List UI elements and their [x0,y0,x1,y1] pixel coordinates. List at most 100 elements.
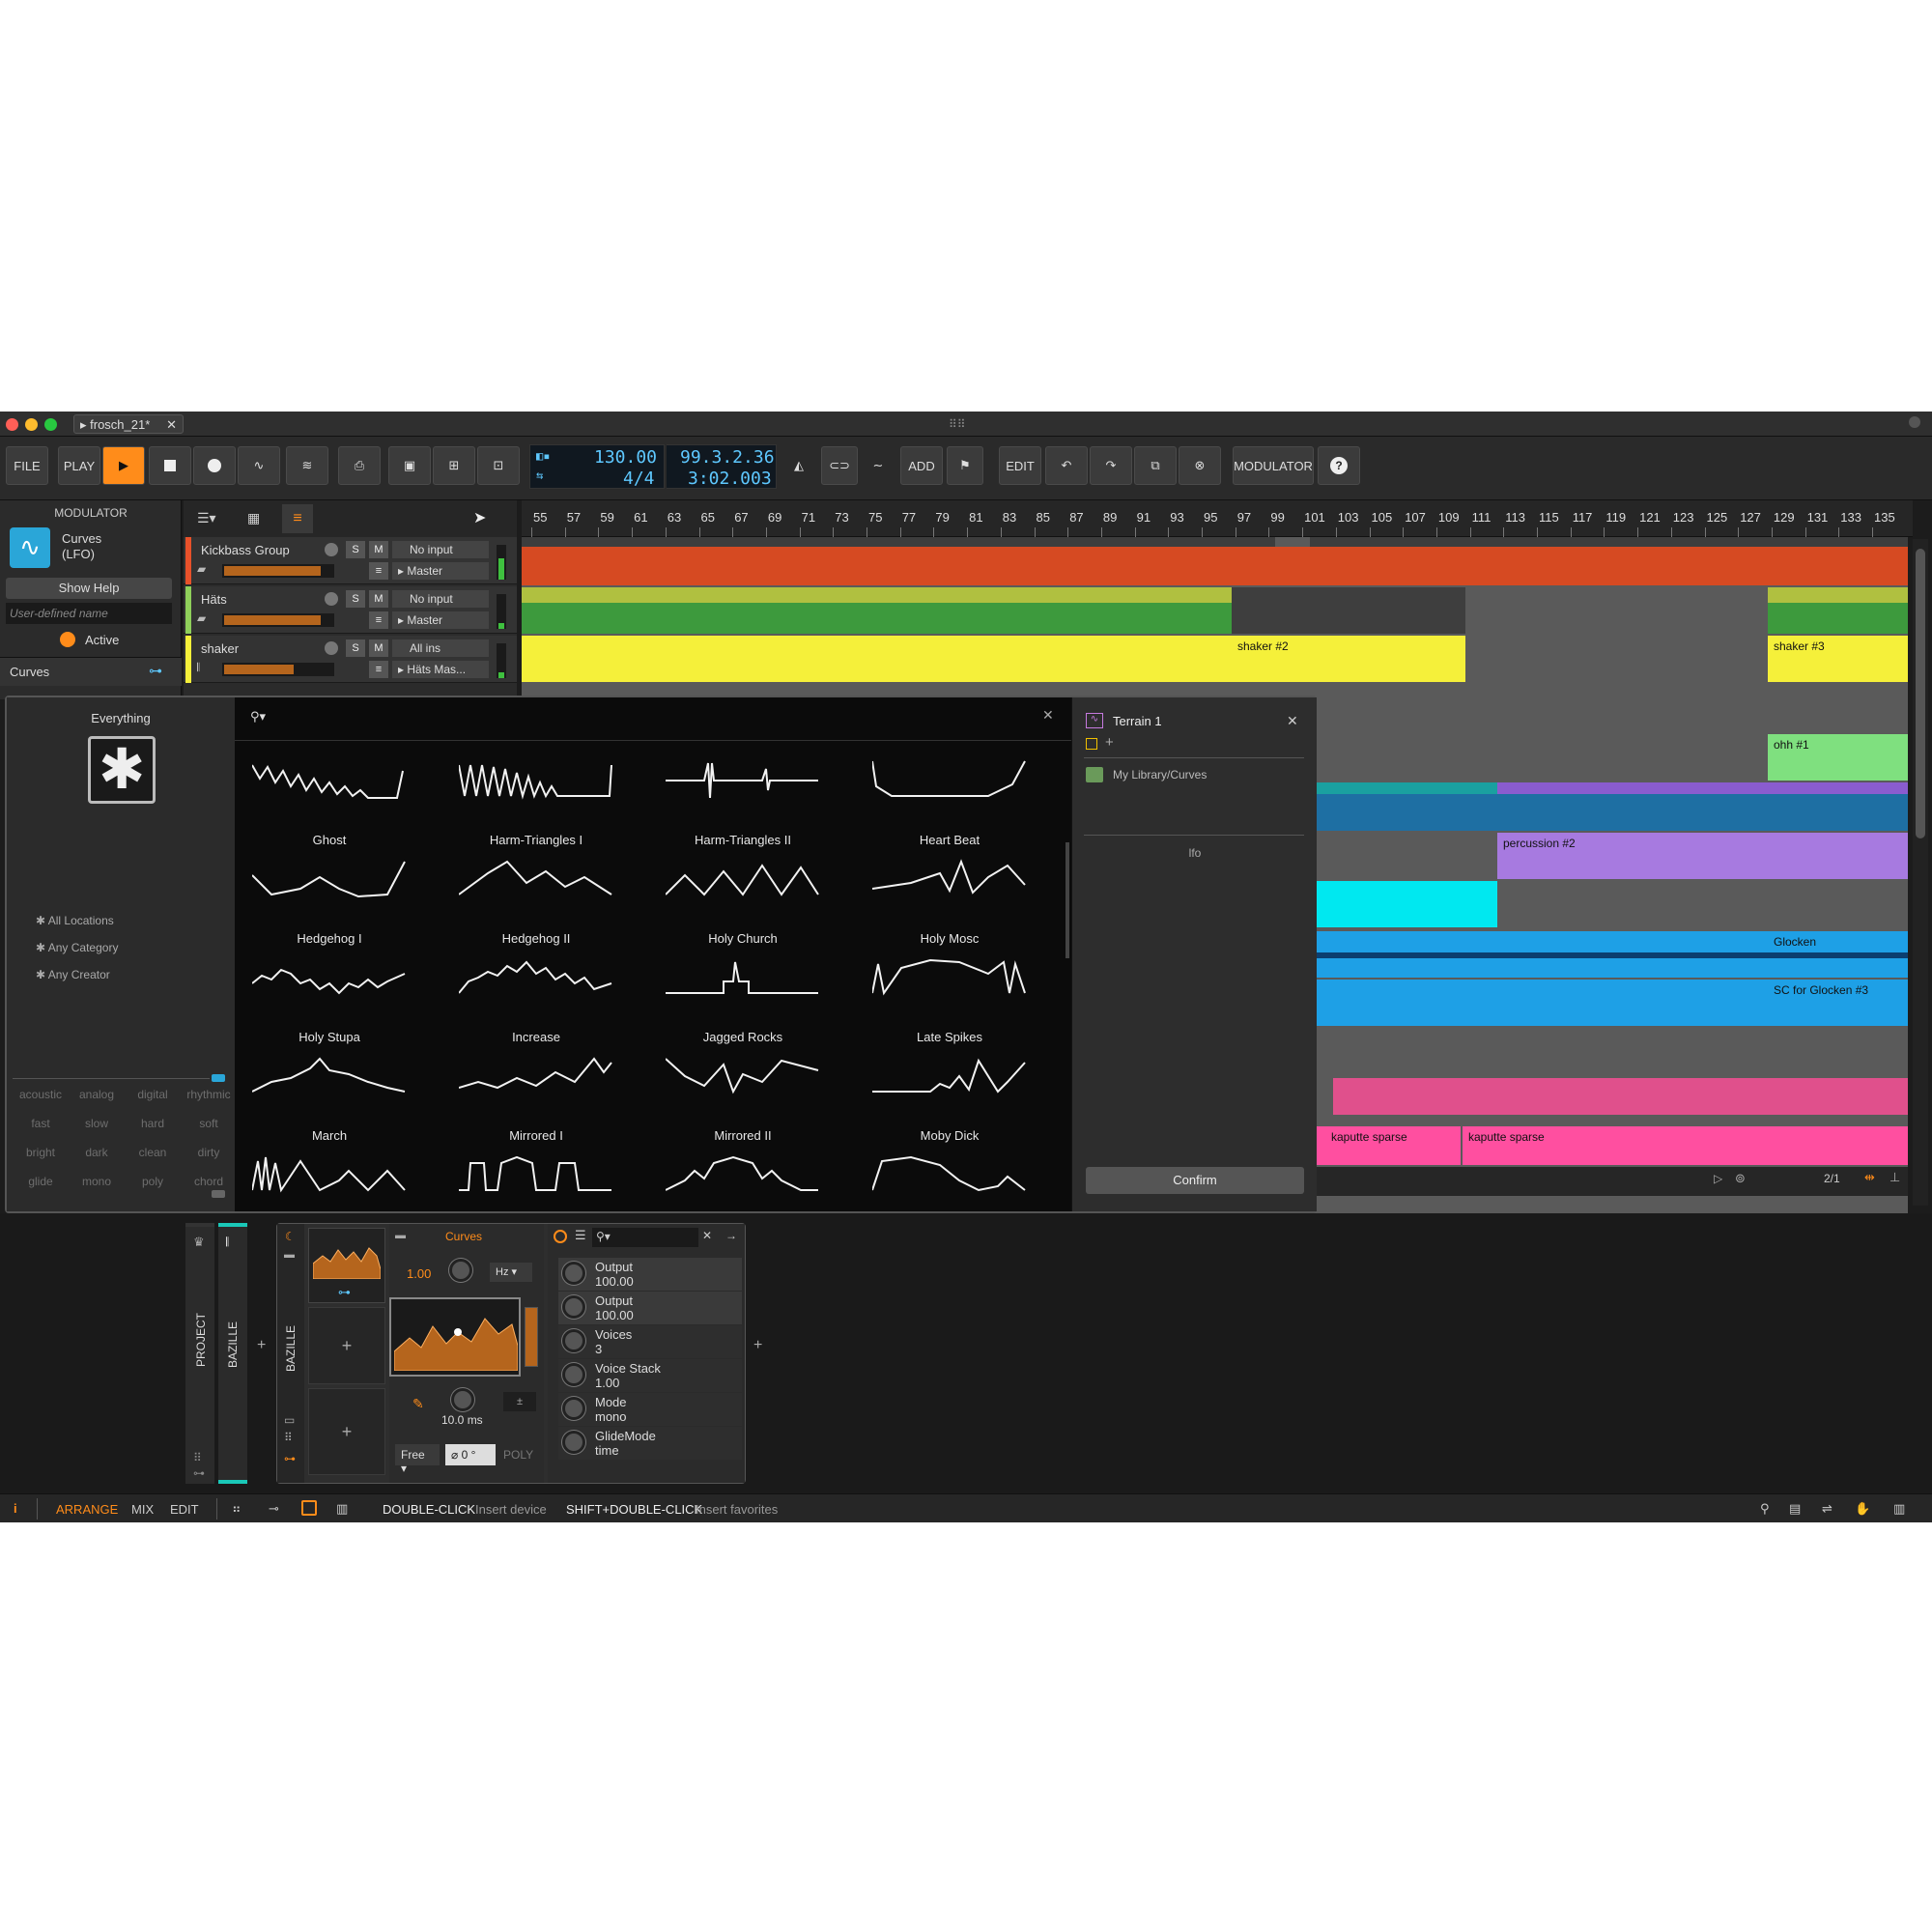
info-icon[interactable]: i [14,1501,17,1516]
scroll-thumb[interactable] [1916,549,1925,838]
grid-view-icon[interactable]: ▦ [247,510,260,526]
project-tab[interactable]: ▸ frosch_21* ✕ [73,414,184,434]
zoom-level[interactable]: 2/1 [1824,1172,1840,1185]
asterisk-icon[interactable]: ✱ [88,736,156,804]
window-icon[interactable]: ▭ [284,1413,295,1427]
param-row[interactable]: Output 100.00 [558,1292,742,1324]
volume-fader[interactable] [222,564,334,578]
timeline-ruler[interactable]: 55 57 59 61 63 65 67 69 71 73 75 77 79 81 83 85 87 89 91 93… [522,500,1913,537]
phase-field[interactable]: ⌀ 0 ° [445,1444,496,1465]
record-arm-icon[interactable] [325,543,338,556]
browser-filter[interactable]: ✱ All Locations [36,914,114,927]
undo-button[interactable]: ↶ [1045,446,1088,485]
ohh-clip[interactable]: ohh #1 [1768,734,1908,781]
volume-fader[interactable] [222,663,334,676]
tag-chip[interactable]: glide [13,1175,69,1188]
duplicate-button[interactable]: ⧉ [1134,446,1177,485]
solo-button[interactable]: S [346,639,365,657]
record-arm-icon[interactable] [325,592,338,606]
param-search-clear-icon[interactable]: ✕ [702,1229,712,1242]
depth-meter[interactable] [525,1307,538,1367]
folder-icon-2[interactable]: ▬ [395,1230,406,1241]
close-window-button[interactable] [6,418,18,431]
folder-small-icon[interactable]: ▬ [284,1249,295,1261]
menu-icon[interactable]: ≡ [369,562,388,580]
preset-tile[interactable]: Hedgehog II [449,846,623,946]
preset-tile[interactable]: Hedgehog I [242,846,416,946]
preset-tile[interactable]: Increase [449,945,623,1044]
device-panel-icon[interactable] [301,1500,317,1516]
bipolar-toggle[interactable]: ± [503,1392,536,1411]
close-tab-icon[interactable]: ✕ [166,417,177,433]
add-device-after-icon[interactable]: + [753,1337,762,1354]
print-button[interactable]: ⎙ [338,446,381,485]
follow-icon[interactable]: ⊚ [1735,1171,1746,1186]
mod-arrow-icon[interactable]: ⊶ [338,1285,351,1300]
minimize-window-button[interactable] [25,418,38,431]
track-name[interactable]: shaker [201,641,239,656]
close-popup-icon[interactable]: ✕ [1287,713,1298,729]
tag-chip[interactable]: hard [125,1117,181,1130]
track-header[interactable]: Häts ▰ S M ≡ No input ▸ Master [184,586,517,634]
rate-value[interactable]: 1.00 [407,1266,431,1281]
tag-chip[interactable]: acoustic [13,1088,69,1101]
groove-button[interactable]: ∼ [860,446,896,485]
percussion-clip[interactable]: percussion #2 [1497,833,1908,879]
modulator-slot-curves[interactable]: ⊶ [308,1228,385,1303]
metronome-button[interactable]: ◭ [781,446,817,485]
user-name-field[interactable]: User-defined name [6,603,172,624]
add-modulator-slot-1[interactable]: + [308,1307,385,1384]
arranger-scrollbar[interactable] [1913,539,1928,1206]
tag-chip[interactable]: dark [69,1146,125,1159]
tag-scroll-bottom[interactable] [212,1190,225,1198]
input-select[interactable]: All ins [392,639,489,657]
zoom-fit-icon[interactable]: ⇹ [1864,1170,1875,1185]
preset-tile[interactable]: Mirrored II [656,1043,830,1143]
edit-button[interactable]: EDIT [999,446,1041,485]
cyan-clip[interactable] [1314,881,1497,927]
track-name[interactable]: Kickbass Group [201,543,290,557]
stop-button[interactable] [149,446,191,485]
shaker-clip-2[interactable]: shaker #2 [1232,636,1465,682]
bazille-tab-strip[interactable]: 𝄃 BAZILLE [218,1223,247,1484]
input-select[interactable]: No input [392,541,489,558]
play-from-icon[interactable]: ▷ [1714,1172,1722,1185]
tag-chip[interactable]: bright [13,1146,69,1159]
dots-icon[interactable]: ⠿ [284,1431,293,1444]
preset-location[interactable]: My Library/Curves [1113,768,1207,781]
tag-chip[interactable]: analog [69,1088,125,1101]
poly-label[interactable]: POLY [503,1448,533,1462]
project-tab-strip[interactable]: ♛ PROJECT ⠿ ⊶ [185,1223,214,1484]
dashboard-button[interactable]: ▣ [388,446,431,485]
redo-button[interactable]: ↷ [1090,446,1132,485]
track-menu-icon[interactable]: ☰▾ [197,510,216,526]
preset-tile[interactable]: Harm-Triangles I [449,748,623,847]
tag-chip[interactable]: clean [125,1146,181,1159]
param-knob[interactable] [562,1397,585,1420]
tag-chip[interactable]: slow [69,1117,125,1130]
mixer-panel-icon[interactable]: ▥ [336,1501,348,1517]
preset-tile[interactable] [242,1142,416,1209]
pointer-tool-icon[interactable]: ➤ [473,508,486,527]
layout-button[interactable]: ⊡ [477,446,520,485]
arrange-view-tab[interactable]: ARRANGE [56,1502,118,1517]
search-icon[interactable]: ⚲▾ [250,709,266,724]
tempo-display[interactable]: ◧▪ ⇆ 130.00 4/4 [529,444,665,489]
mix-view-tab[interactable]: MIX [131,1502,154,1517]
file-button[interactable]: FILE [6,446,48,485]
clear-search-icon[interactable]: ✕ [1042,707,1054,724]
help-button[interactable]: ? [1318,446,1360,485]
color-swatch-icon[interactable] [1086,738,1097,750]
overdub-button[interactable]: ≋ [286,446,328,485]
delete-button[interactable]: ⊗ [1179,446,1221,485]
maximize-window-button[interactable] [44,418,57,431]
param-row[interactable]: Mode mono [558,1393,742,1426]
time-signature[interactable]: 4/4 [623,469,655,489]
smooth-knob[interactable] [451,1388,474,1411]
add-device-before-icon[interactable]: + [257,1337,266,1354]
track-name[interactable]: Häts [201,592,227,607]
tag-chip[interactable]: digital [125,1088,181,1101]
solo-button[interactable]: S [346,590,365,608]
rate-unit-select[interactable]: Hz ▾ [490,1263,532,1282]
mod-target-icon[interactable] [554,1230,567,1243]
